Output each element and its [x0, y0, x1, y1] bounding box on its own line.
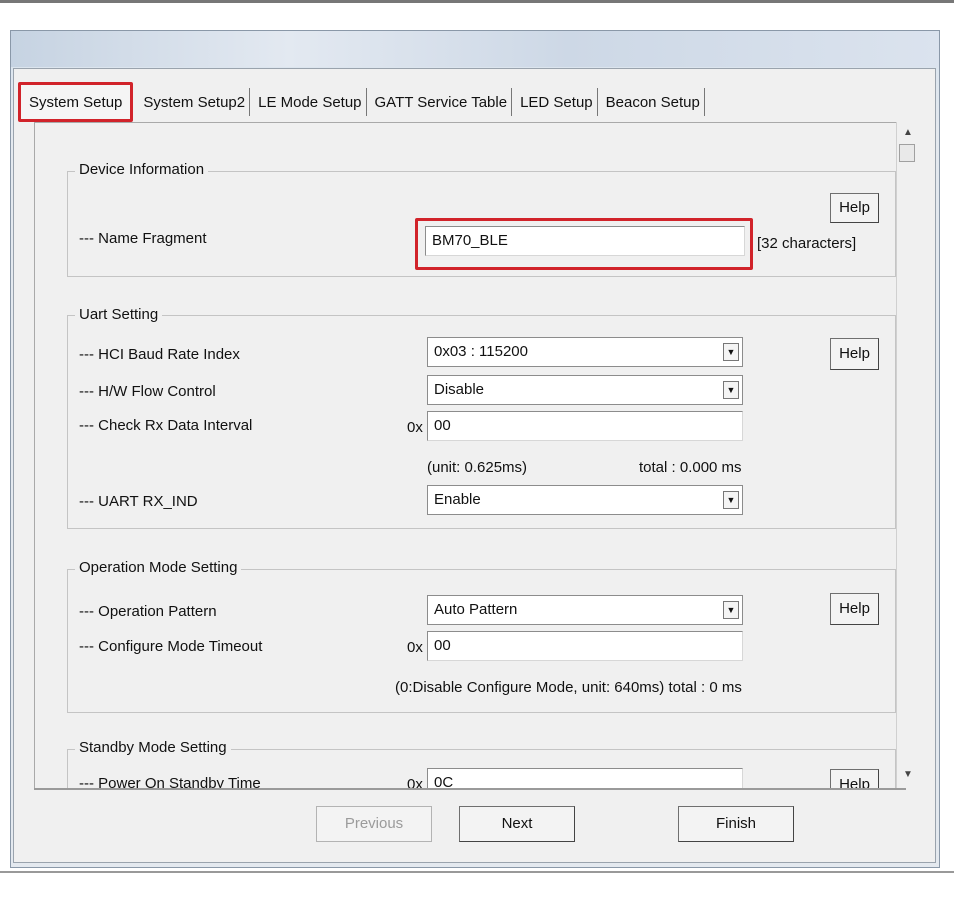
device-information-title: Device Information [75, 161, 209, 178]
previous-button[interactable]: Previous [316, 806, 432, 842]
configure-timeout-input[interactable]: 00 [427, 631, 743, 661]
uart-rx-ind-select[interactable]: Enable ▼ [427, 485, 743, 515]
chevron-down-icon[interactable]: ▼ [723, 343, 739, 361]
arrow-down-icon[interactable]: ▼ [901, 768, 915, 782]
name-fragment-highlight [415, 218, 753, 270]
operation-pattern-label: --- Operation Pattern [79, 603, 217, 620]
panel-scrollbar[interactable]: ▲ ▼ [896, 122, 919, 788]
baud-rate-select[interactable]: 0x03 : 115200 ▼ [427, 337, 743, 367]
uart-rx-ind-label: --- UART RX_IND [79, 493, 198, 510]
tab-strip: System Setup System Setup2 LE Mode Setup… [18, 78, 709, 126]
operation-pattern-value: Auto Pattern [434, 601, 518, 618]
bottom-rule [0, 871, 954, 873]
panel-bottom-divider [34, 788, 906, 790]
scroll-thumb[interactable] [899, 144, 915, 162]
finish-button[interactable]: Finish [678, 806, 794, 842]
window-titlebar-blur [11, 31, 939, 67]
uart-rx-ind-value: Enable [434, 491, 481, 508]
chevron-down-icon[interactable]: ▼ [723, 601, 739, 619]
tab-le-mode-setup[interactable]: LE Mode Setup [254, 88, 367, 116]
top-rule [0, 0, 954, 3]
uart-setting-title: Uart Setting [75, 306, 163, 323]
configure-timeout-hex-prefix: 0x [407, 639, 423, 656]
standby-help-button[interactable]: Help [830, 769, 879, 788]
arrow-up-icon[interactable]: ▲ [901, 126, 915, 140]
tab-led-setup[interactable]: LED Setup [516, 88, 598, 116]
tab-system-setup[interactable]: System Setup [18, 82, 134, 122]
tab-gatt-service-table[interactable]: GATT Service Table [371, 88, 513, 116]
name-fragment-label: --- Name Fragment [79, 230, 207, 247]
rx-interval-hex-prefix: 0x [407, 419, 423, 436]
uart-help-button[interactable]: Help [830, 338, 879, 370]
tab-system-setup2[interactable]: System Setup2 [139, 88, 251, 116]
rx-interval-input[interactable]: 00 [427, 411, 743, 441]
configure-timeout-note: (0:Disable Configure Mode, unit: 640ms) … [395, 679, 742, 696]
baud-rate-label: --- HCI Baud Rate Index [79, 346, 240, 363]
baud-rate-value: 0x03 : 115200 [434, 343, 528, 360]
next-button[interactable]: Next [459, 806, 575, 842]
operation-help-button[interactable]: Help [830, 593, 879, 625]
tab-beacon-setup[interactable]: Beacon Setup [602, 88, 705, 116]
configure-timeout-label: --- Configure Mode Timeout [79, 638, 263, 655]
operation-mode-title: Operation Mode Setting [75, 559, 242, 576]
power-on-standby-hex-prefix: 0x [407, 776, 423, 788]
chevron-down-icon[interactable]: ▼ [723, 491, 739, 509]
rx-interval-unit: (unit: 0.625ms) [427, 459, 528, 476]
chevron-down-icon[interactable]: ▼ [723, 381, 739, 399]
settings-panel: Device Information --- Name Fragment BM7… [34, 122, 906, 788]
char-limit-hint: [32 characters] [757, 235, 857, 252]
standby-mode-title: Standby Mode Setting [75, 739, 231, 756]
flow-control-label: --- H/W Flow Control [79, 383, 216, 400]
operation-pattern-select[interactable]: Auto Pattern ▼ [427, 595, 743, 625]
device-info-help-button[interactable]: Help [830, 193, 879, 223]
rx-interval-label: --- Check Rx Data Interval [79, 417, 253, 434]
rx-interval-total: total : 0.000 ms [639, 459, 742, 476]
flow-control-value: Disable [434, 381, 485, 398]
power-on-standby-label: --- Power On Standby Time [79, 775, 261, 788]
flow-control-select[interactable]: Disable ▼ [427, 375, 743, 405]
power-on-standby-input[interactable]: 0C [427, 768, 743, 788]
